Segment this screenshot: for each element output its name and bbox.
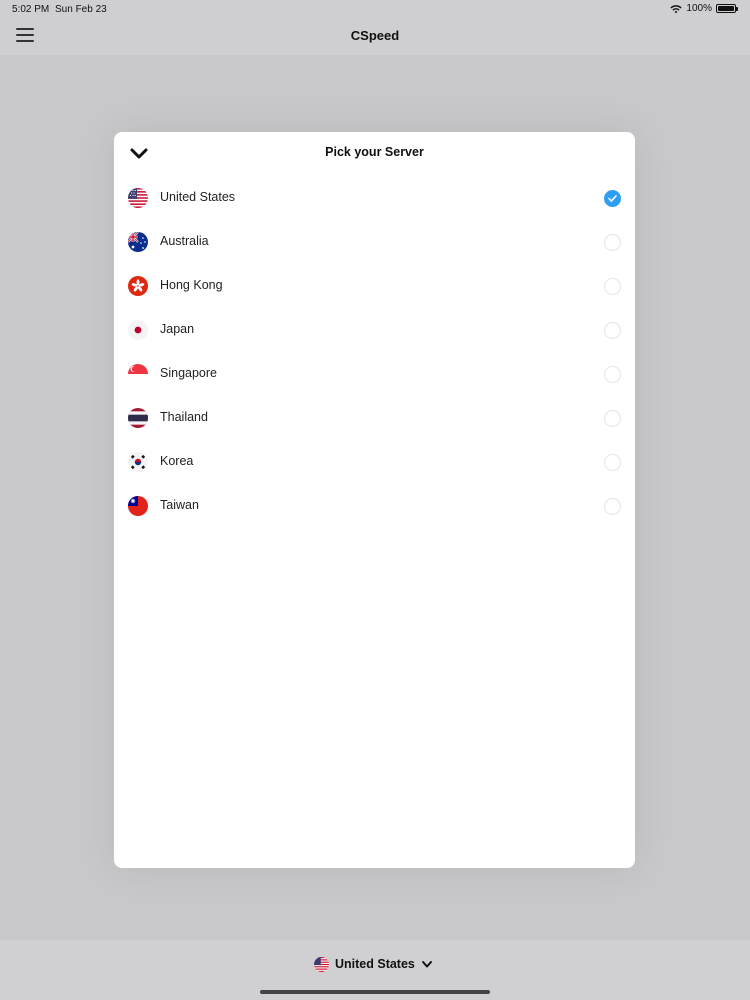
japan-flag-icon	[128, 320, 148, 340]
taiwan-flag-icon	[128, 496, 148, 516]
radio-button[interactable]	[604, 366, 621, 383]
server-picker-modal: Pick your Server United States Australia…	[114, 132, 635, 868]
current-server-label: United States	[335, 957, 415, 971]
status-indicators: 100%	[670, 3, 738, 14]
current-server-selector[interactable]: United States	[314, 954, 433, 974]
australia-flag-icon	[128, 232, 148, 252]
thailand-flag-icon	[128, 408, 148, 428]
server-item-australia[interactable]: Australia	[114, 220, 635, 264]
server-name: Hong Kong	[160, 278, 223, 292]
server-name: United States	[160, 190, 236, 204]
home-indicator	[260, 990, 490, 994]
server-item-taiwan[interactable]: Taiwan	[114, 484, 635, 528]
server-item-united-states[interactable]: United States	[114, 176, 635, 220]
battery-icon	[716, 4, 738, 13]
server-item-thailand[interactable]: Thailand	[114, 396, 635, 440]
server-name: Australia	[160, 234, 209, 248]
radio-button[interactable]	[604, 410, 621, 427]
server-list: United States Australia Hong Kong Japan …	[114, 176, 635, 528]
radio-button[interactable]	[604, 278, 621, 295]
bottom-bar: United States	[0, 940, 750, 1000]
chevron-down-icon	[421, 961, 432, 968]
nav-bar: CSpeed	[0, 22, 750, 52]
status-date: Sun Feb 23	[55, 4, 107, 15]
wifi-icon	[670, 4, 683, 13]
battery-percent: 100%	[686, 3, 712, 14]
server-item-singapore[interactable]: Singapore	[114, 352, 635, 396]
hong-kong-flag-icon	[128, 276, 148, 296]
status-time: 5:02 PM	[12, 4, 50, 15]
radio-button[interactable]	[604, 234, 621, 251]
server-name: Japan	[160, 322, 195, 336]
server-name: Taiwan	[160, 498, 199, 512]
singapore-flag-icon	[128, 364, 148, 384]
us-flag-icon	[314, 956, 329, 972]
radio-button[interactable]	[604, 498, 621, 515]
server-item-japan[interactable]: Japan	[114, 308, 635, 352]
radio-selected-checkmark-icon[interactable]	[604, 190, 621, 207]
server-name: Singapore	[160, 366, 217, 380]
modal-title: Pick your Server	[325, 145, 424, 159]
app-title: CSpeed	[350, 28, 400, 43]
server-item-hong-kong[interactable]: Hong Kong	[114, 264, 635, 308]
server-name: Korea	[160, 454, 194, 468]
radio-button[interactable]	[604, 322, 621, 339]
server-item-korea[interactable]: Korea	[114, 440, 635, 484]
radio-button[interactable]	[604, 454, 621, 471]
status-bar: 5:02 PM Sun Feb 23 100%	[0, 0, 750, 18]
us-flag-icon	[128, 188, 148, 208]
korea-flag-icon	[128, 452, 148, 472]
modal-header: Pick your Server	[114, 132, 635, 176]
server-name: Thailand	[160, 410, 208, 424]
